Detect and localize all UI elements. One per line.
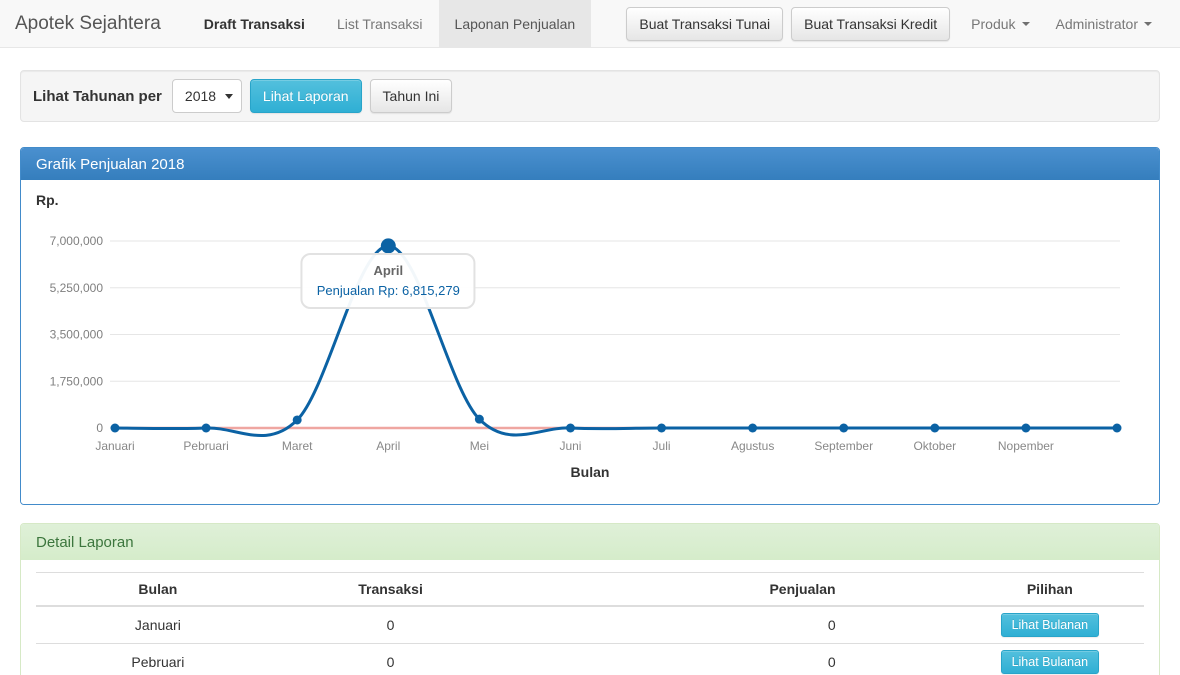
- filter-label: Lihat Tahunan per: [33, 88, 162, 105]
- nav-item-laponan-penjualan[interactable]: Laponan Penjualan: [439, 0, 592, 47]
- view-monthly-button[interactable]: Lihat Bulanan: [1001, 613, 1099, 637]
- detail-panel-title: Detail Laporan: [21, 524, 1159, 560]
- table-body: Januari00Lihat BulananPebruari00Lihat Bu…: [36, 606, 1144, 675]
- table-row: Januari00Lihat Bulanan: [36, 606, 1144, 644]
- data-point[interactable]: [111, 424, 120, 433]
- year-filter-bar: Lihat Tahunan per 2018 Lihat Laporan Tah…: [20, 70, 1160, 122]
- data-point[interactable]: [1021, 424, 1030, 433]
- data-point[interactable]: [930, 424, 939, 433]
- chart-svg: 0 1,750,000 3,500,000 5,250,000 7,000,000 Jan…: [36, 212, 1144, 462]
- year-select[interactable]: 2018: [172, 79, 242, 113]
- sales-chart-panel: Grafik Penjualan 2018 Rp. 0 1,750,000 3,50…: [20, 147, 1160, 505]
- svg-text:September: September: [814, 439, 873, 453]
- administrator-dropdown[interactable]: Administrator: [1043, 16, 1165, 32]
- svg-text:0: 0: [96, 421, 103, 435]
- cell-penjualan: 0: [501, 606, 955, 644]
- table-header-row: Bulan Transaksi Penjualan Pilihan: [36, 573, 1144, 607]
- caret-down-icon: [1022, 22, 1030, 26]
- header-penjualan: Penjualan: [501, 573, 955, 607]
- data-point[interactable]: [202, 424, 211, 433]
- produk-dropdown[interactable]: Produk: [958, 16, 1042, 32]
- svg-text:1,750,000: 1,750,000: [50, 374, 104, 388]
- nav-item-list-transaksi[interactable]: List Transaksi: [321, 0, 439, 47]
- brand[interactable]: Apotek Sejahtera: [15, 0, 176, 47]
- data-point[interactable]: [1113, 424, 1122, 433]
- create-credit-transaction-button[interactable]: Buat Transaksi Kredit: [791, 7, 950, 41]
- cell-transaksi: 0: [280, 606, 502, 644]
- svg-text:3,500,000: 3,500,000: [50, 328, 104, 342]
- detail-report-panel: Detail Laporan Bulan Transaksi Penjualan…: [20, 523, 1160, 675]
- data-point[interactable]: [657, 424, 666, 433]
- header-pilihan: Pilihan: [956, 573, 1144, 607]
- svg-text:Maret: Maret: [282, 439, 313, 453]
- year-select-value: 2018: [185, 88, 216, 104]
- svg-text:Pebruari: Pebruari: [183, 439, 228, 453]
- chart-x-axis-title: Bulan: [36, 464, 1144, 484]
- create-cash-transaction-button[interactable]: Buat Transaksi Tunai: [626, 7, 783, 41]
- data-point[interactable]: [475, 415, 484, 424]
- data-point[interactable]: [839, 424, 848, 433]
- header-transaksi: Transaksi: [280, 573, 502, 607]
- monthly-report-table: Bulan Transaksi Penjualan Pilihan Januar…: [36, 572, 1144, 675]
- view-monthly-button[interactable]: Lihat Bulanan: [1001, 650, 1099, 674]
- navbar-right: Buat Transaksi Tunai Buat Transaksi Kred…: [626, 0, 1165, 47]
- data-point[interactable]: [748, 424, 757, 433]
- data-point[interactable]: [381, 238, 396, 253]
- svg-text:Nopember: Nopember: [998, 439, 1054, 453]
- cell-transaksi: 0: [280, 644, 502, 675]
- svg-text:April: April: [376, 439, 400, 453]
- cell-penjualan: 0: [501, 644, 955, 675]
- data-point[interactable]: [293, 415, 302, 424]
- nav-item-draft-transaksi[interactable]: Draft Transaksi: [188, 0, 321, 47]
- cell-pilihan: Lihat Bulanan: [956, 606, 1144, 644]
- chart-y-axis-title: Rp.: [36, 192, 1144, 212]
- navbar-items: Draft TransaksiList TransaksiLaponan Pen…: [188, 0, 591, 47]
- sales-line-chart[interactable]: 0 1,750,000 3,500,000 5,250,000 7,000,000 Jan…: [36, 212, 1144, 462]
- svg-text:Januari: Januari: [95, 439, 134, 453]
- cell-bulan: Pebruari: [36, 644, 280, 675]
- svg-text:Juni: Juni: [559, 439, 581, 453]
- svg-text:5,250,000: 5,250,000: [50, 281, 104, 295]
- produk-dropdown-label: Produk: [971, 16, 1015, 32]
- cell-bulan: Januari: [36, 606, 280, 644]
- administrator-dropdown-label: Administrator: [1056, 16, 1138, 32]
- svg-text:7,000,000: 7,000,000: [50, 234, 104, 248]
- navbar: Apotek Sejahtera Draft TransaksiList Tra…: [0, 0, 1180, 48]
- chart-panel-title: Grafik Penjualan 2018: [21, 148, 1159, 180]
- table-row: Pebruari00Lihat Bulanan: [36, 644, 1144, 675]
- select-caret-icon: [225, 94, 233, 99]
- svg-text:Mei: Mei: [470, 439, 489, 453]
- svg-text:Oktober: Oktober: [913, 439, 956, 453]
- svg-text:Juli: Juli: [653, 439, 671, 453]
- detail-panel-body: Bulan Transaksi Penjualan Pilihan Januar…: [21, 560, 1159, 675]
- svg-text:Agustus: Agustus: [731, 439, 774, 453]
- cell-pilihan: Lihat Bulanan: [956, 644, 1144, 675]
- header-bulan: Bulan: [36, 573, 280, 607]
- this-year-button[interactable]: Tahun Ini: [370, 79, 453, 113]
- chart-panel-body: Rp. 0 1,750,000 3,500,000 5,250,000 7,000,00…: [21, 180, 1159, 504]
- caret-down-icon: [1144, 22, 1152, 26]
- data-point[interactable]: [566, 424, 575, 433]
- view-report-button[interactable]: Lihat Laporan: [250, 79, 362, 113]
